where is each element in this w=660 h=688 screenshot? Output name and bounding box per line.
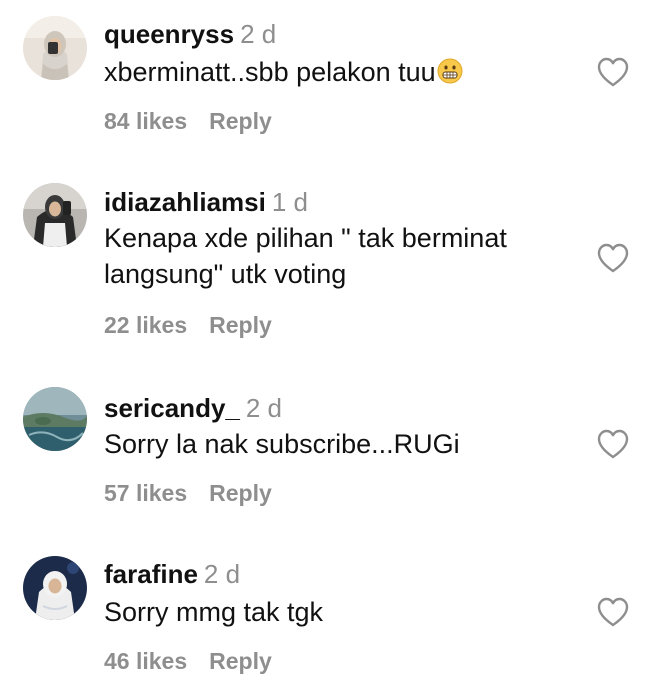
timestamp: 1 d bbox=[271, 187, 308, 217]
comment-text-content: Sorry la nak subscribe...RUGi bbox=[104, 429, 460, 459]
avatar[interactable] bbox=[23, 556, 87, 620]
username[interactable]: queenryss bbox=[104, 19, 234, 49]
comment-item: idiazahliamsi 1 d Kenapa xde pilihan " ta… bbox=[0, 160, 660, 360]
likes-count[interactable]: 57 likes bbox=[104, 480, 187, 506]
username[interactable]: sericandy_ bbox=[104, 393, 240, 423]
comment-text: Kenapa xde pilihan " tak berminat langsu… bbox=[104, 220, 574, 292]
reply-button[interactable]: Reply bbox=[209, 648, 272, 674]
timestamp: 2 d bbox=[240, 19, 277, 49]
comment-item: farafine 2 d Sorry mmg tak tgk 46 likes Re… bbox=[0, 540, 660, 688]
comment-actions: 46 likes Reply bbox=[104, 646, 272, 676]
likes-count[interactable]: 46 likes bbox=[104, 648, 187, 674]
reply-button[interactable]: Reply bbox=[209, 480, 272, 506]
heart-outline-icon[interactable] bbox=[596, 242, 630, 274]
comment-meta: queenryss 2 d bbox=[104, 18, 276, 50]
likes-count[interactable]: 84 likes bbox=[104, 108, 187, 134]
reply-button[interactable]: Reply bbox=[209, 108, 272, 134]
heart-outline-icon[interactable] bbox=[596, 56, 630, 88]
timestamp: 2 d bbox=[245, 393, 283, 423]
comment-item: queenryss 2 d xberminatt..sbb pelakon tuu… bbox=[0, 0, 660, 160]
likes-count[interactable]: 22 likes bbox=[104, 312, 187, 338]
comment-meta: idiazahliamsi 1 d bbox=[104, 186, 308, 218]
comment-text-content: Kenapa xde pilihan " tak berminat langsu… bbox=[104, 223, 507, 289]
avatar[interactable] bbox=[23, 16, 87, 80]
comment-meta: sericandy_ 2 d bbox=[104, 392, 282, 424]
comment-actions: 84 likes Reply bbox=[104, 106, 272, 136]
comment-item: sericandy_ 2 d Sorry la nak subscribe...R… bbox=[0, 370, 660, 530]
comment-text: Sorry mmg tak tgk bbox=[104, 594, 574, 630]
avatar[interactable] bbox=[23, 183, 87, 247]
comment-actions: 57 likes Reply bbox=[104, 478, 272, 508]
comment-actions: 22 likes Reply bbox=[104, 310, 272, 340]
avatar[interactable] bbox=[23, 387, 87, 451]
heart-outline-icon[interactable] bbox=[596, 428, 630, 460]
comment-text: Sorry la nak subscribe...RUGi bbox=[104, 426, 574, 462]
reply-button[interactable]: Reply bbox=[209, 312, 272, 338]
username[interactable]: farafine bbox=[104, 559, 198, 589]
timestamp: 2 d bbox=[203, 559, 241, 589]
comment-text: xberminatt..sbb pelakon tuu bbox=[104, 54, 574, 90]
comment-text-content: xberminatt..sbb pelakon tuu bbox=[104, 57, 436, 87]
username[interactable]: idiazahliamsi bbox=[104, 187, 266, 217]
grimacing-face-emoji bbox=[437, 58, 463, 84]
heart-outline-icon[interactable] bbox=[596, 596, 630, 628]
comment-meta: farafine 2 d bbox=[104, 558, 240, 590]
comment-text-content: Sorry mmg tak tgk bbox=[104, 597, 324, 627]
